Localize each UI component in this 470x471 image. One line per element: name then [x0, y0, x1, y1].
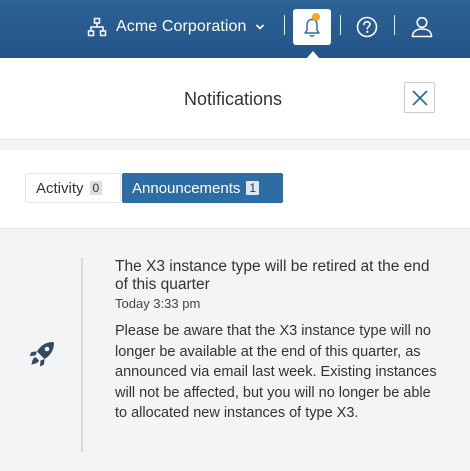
notifications-button[interactable] — [293, 9, 331, 45]
announcement-timestamp: Today 3:33 pm — [115, 296, 201, 311]
announcement-title: The X3 instance type will be retired at … — [115, 258, 430, 293]
bell-icon — [304, 18, 320, 37]
tab-label: Activity — [36, 179, 84, 197]
help-button[interactable] — [356, 16, 378, 43]
notification-indicator-dot — [312, 13, 320, 21]
tab-activity[interactable]: Activity 0 — [25, 173, 121, 203]
divider — [284, 15, 285, 35]
divider — [340, 15, 341, 35]
timeline-line — [81, 258, 83, 452]
help-circle-icon — [356, 16, 378, 38]
count-badge: 0 — [89, 181, 103, 195]
notifications-panel-header: Notifications — [0, 58, 470, 140]
notification-tabs: Activity 0 Announcements 1 — [0, 150, 470, 229]
sitemap-icon — [87, 17, 107, 37]
top-navigation-bar: Acme Corporation — [0, 0, 470, 59]
tab-label: Announcements — [132, 179, 241, 197]
close-button[interactable] — [404, 82, 435, 113]
user-menu-button[interactable] — [410, 15, 434, 44]
divider — [394, 15, 395, 35]
user-icon — [411, 16, 433, 38]
org-switcher[interactable]: Acme Corporation — [87, 14, 265, 40]
announcement-body: Please be aware that the X3 instance typ… — [115, 323, 437, 421]
tab-announcements[interactable]: Announcements 1 — [122, 173, 283, 203]
chevron-down-icon — [255, 24, 264, 30]
count-badge: 1 — [246, 181, 260, 195]
close-icon — [412, 90, 428, 106]
rocket-icon — [27, 339, 57, 374]
panel-title: Notifications — [183, 89, 283, 109]
announcement-feed: The X3 instance type will be retired at … — [0, 229, 470, 471]
org-name: Acme Corporation — [116, 18, 247, 35]
